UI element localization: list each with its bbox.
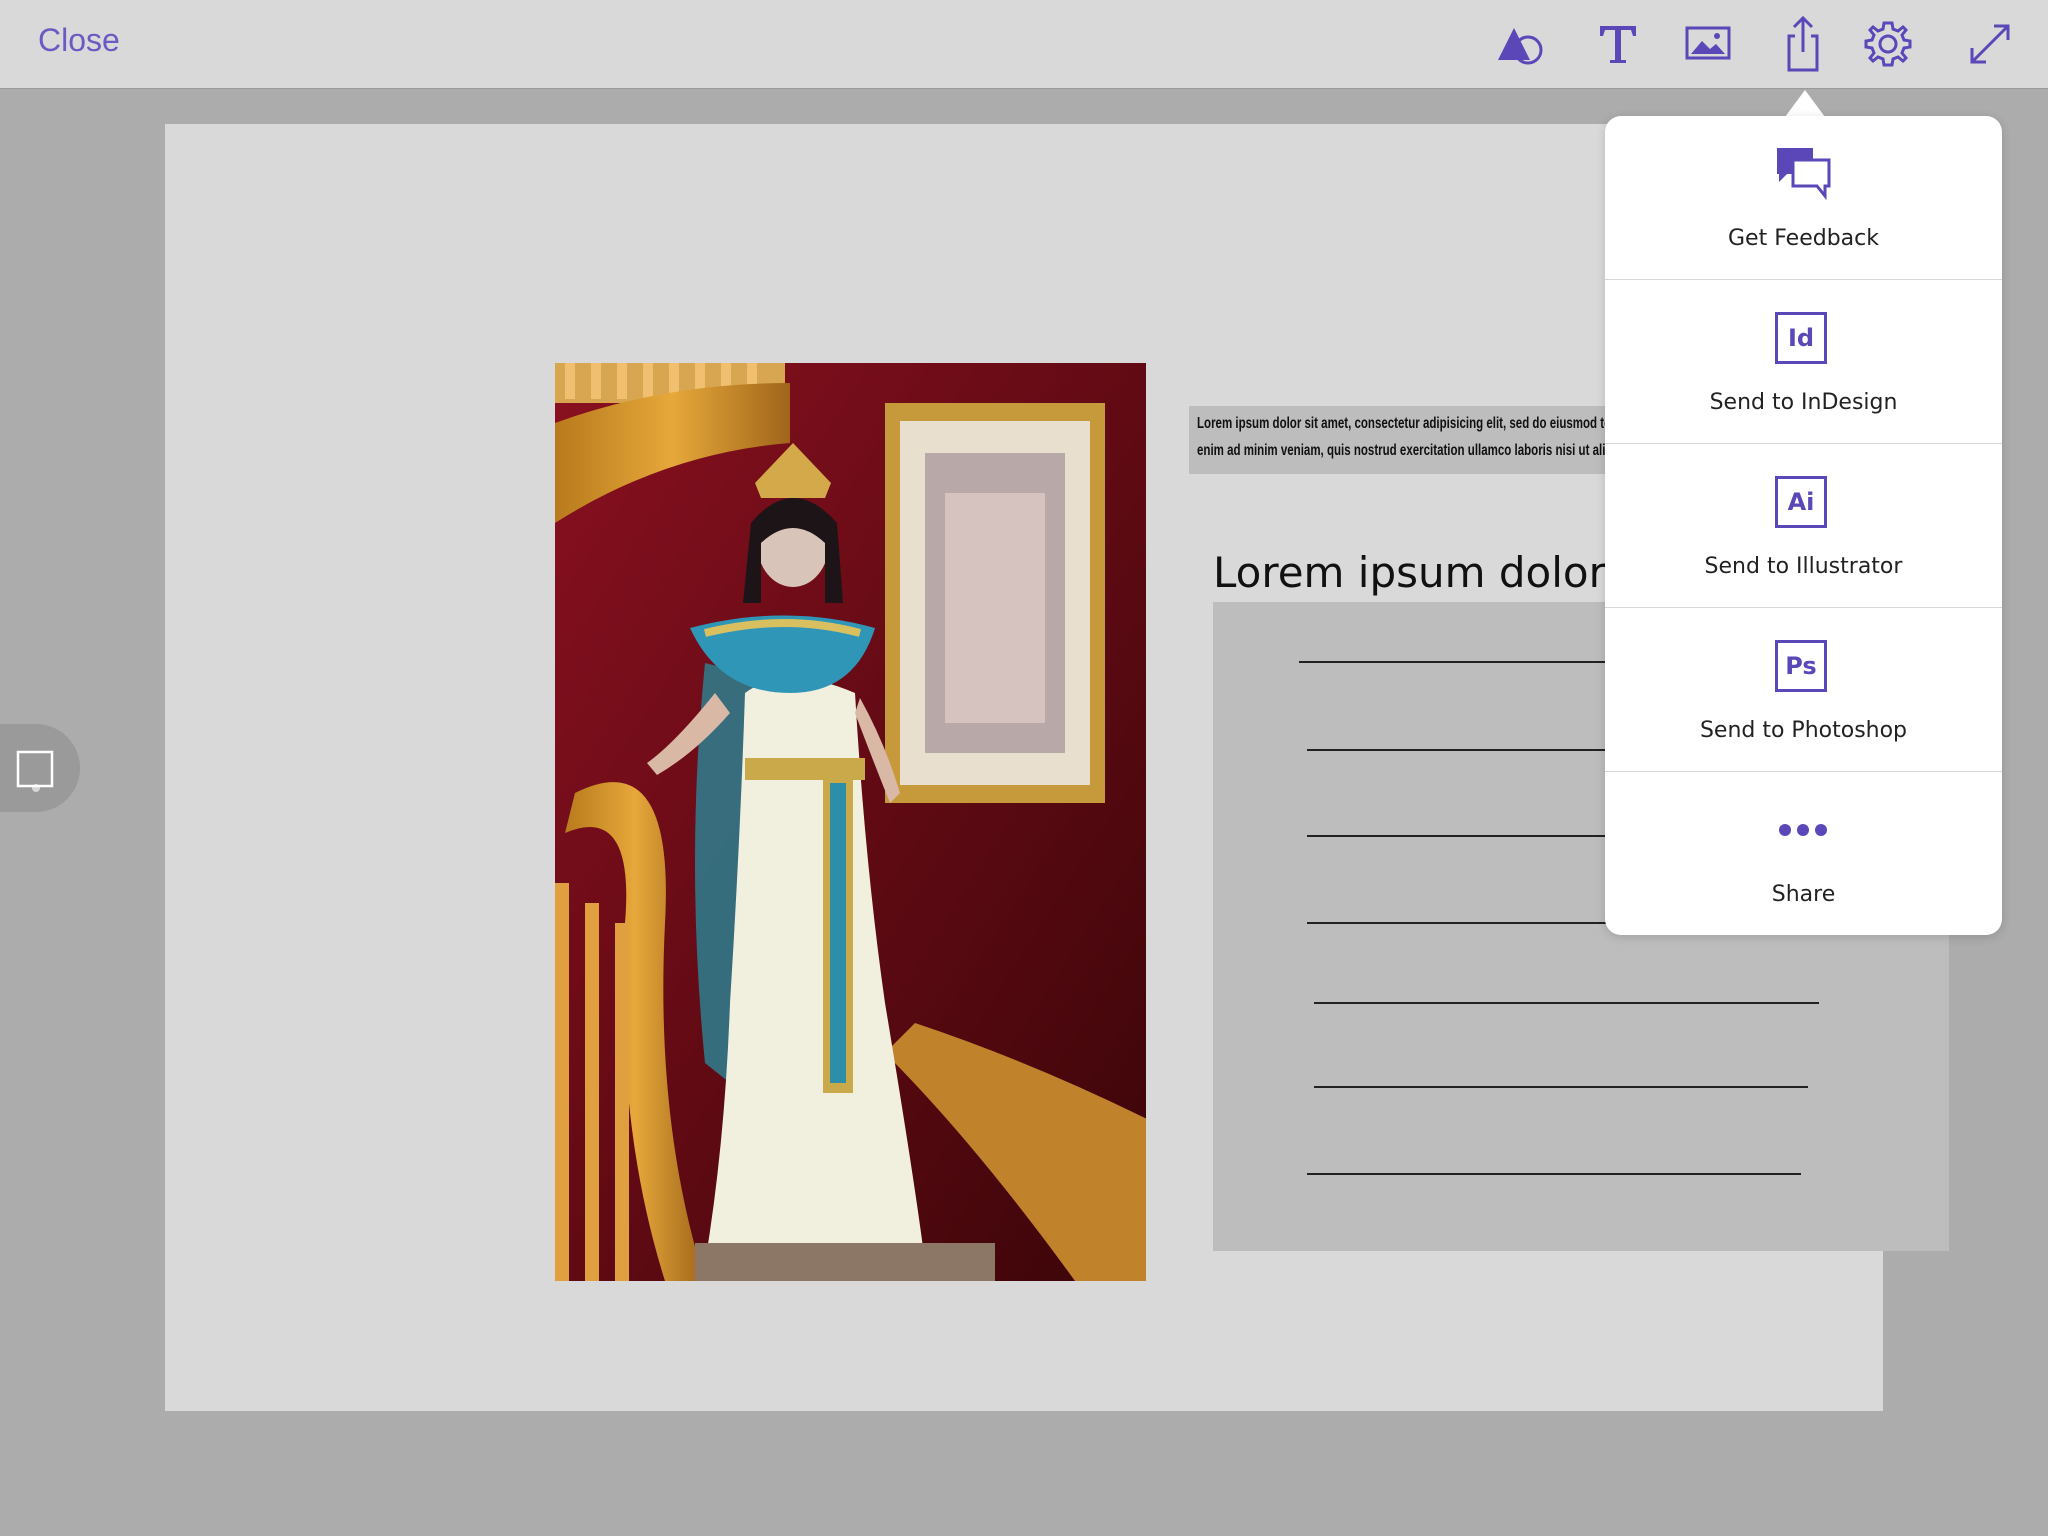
- get-feedback-item[interactable]: Get Feedback: [1605, 116, 2002, 280]
- top-toolbar: Close: [0, 0, 2048, 89]
- popover-arrow: [1785, 90, 1825, 117]
- text-line: [1314, 1086, 1808, 1088]
- image-icon[interactable]: [1678, 14, 1738, 74]
- feedback-icon: [1777, 148, 1831, 201]
- send-to-illustrator-label: Send to Illustrator: [1704, 554, 1903, 579]
- get-feedback-label: Get Feedback: [1728, 226, 1879, 251]
- more-icon: [1779, 824, 1827, 836]
- text-line: [1314, 1002, 1819, 1004]
- photo-cleopatra-costume[interactable]: [555, 363, 1146, 1281]
- photoshop-icon: Ps: [1775, 640, 1827, 692]
- send-to-photoshop-item[interactable]: Ps Send to Photoshop: [1605, 608, 2002, 772]
- share-item[interactable]: Share: [1605, 772, 2002, 935]
- fullscreen-icon[interactable]: [1960, 14, 2020, 74]
- illustrator-icon: Ai: [1775, 476, 1827, 528]
- send-to-illustrator-item[interactable]: Ai Send to Illustrator: [1605, 444, 2002, 608]
- send-to-indesign-label: Send to InDesign: [1709, 390, 1898, 415]
- shapes-icon[interactable]: [1490, 14, 1550, 74]
- indesign-icon: Id: [1775, 312, 1827, 364]
- share-menu-popover: Get Feedback Id Send to InDesign Ai Send…: [1605, 116, 2002, 935]
- settings-icon[interactable]: [1858, 14, 1918, 74]
- pages-panel-handle[interactable]: [0, 724, 80, 812]
- send-to-photoshop-label: Send to Photoshop: [1699, 718, 1908, 743]
- page-thumbnail-icon: [16, 750, 54, 792]
- text-tool-icon[interactable]: [1588, 14, 1648, 74]
- share-label: Share: [1771, 882, 1836, 907]
- text-line: [1307, 1173, 1801, 1175]
- send-to-indesign-item[interactable]: Id Send to InDesign: [1605, 280, 2002, 444]
- close-button[interactable]: Close: [38, 22, 120, 59]
- share-icon[interactable]: [1773, 14, 1833, 74]
